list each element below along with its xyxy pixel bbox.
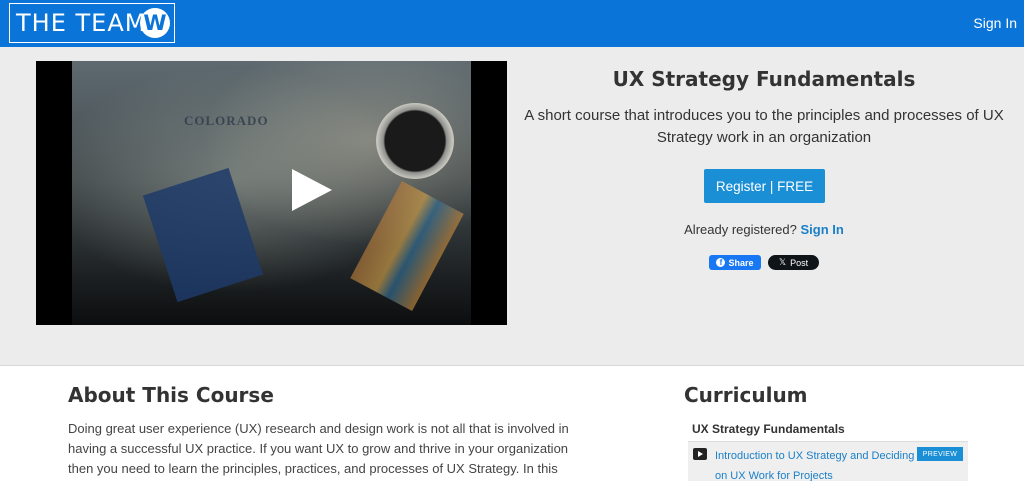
logo-text: THE TEAM bbox=[16, 9, 147, 37]
x-post-button[interactable]: 𝕏 Post bbox=[768, 255, 819, 270]
notebook-image bbox=[142, 167, 264, 303]
curriculum-lesson-item[interactable]: Introduction to UX Strategy and Deciding… bbox=[688, 441, 968, 481]
logo-mark-icon: W bbox=[140, 8, 170, 38]
already-sign-in-link[interactable]: Sign In bbox=[801, 222, 844, 237]
course-hero: COLORADO UX Strategy Fundamentals A shor… bbox=[0, 47, 1024, 366]
video-thumbnail: COLORADO bbox=[72, 61, 471, 325]
facebook-share-label: Share bbox=[728, 257, 754, 268]
x-post-label: Post bbox=[790, 257, 809, 268]
play-icon[interactable] bbox=[292, 169, 332, 211]
facebook-icon: f bbox=[716, 258, 726, 267]
video-icon bbox=[693, 448, 707, 460]
course-description: A short course that introduces you to th… bbox=[524, 107, 1004, 146]
about-course-heading: About This Course bbox=[68, 383, 274, 407]
already-registered: Already registered? Sign In bbox=[510, 222, 1018, 237]
preview-badge[interactable]: PREVIEW bbox=[917, 447, 963, 461]
cards-image bbox=[350, 181, 464, 311]
site-logo[interactable]: THE TEAM W bbox=[9, 3, 175, 43]
course-title: UX Strategy Fundamentals bbox=[612, 67, 916, 91]
curriculum-heading: Curriculum bbox=[684, 383, 808, 407]
facebook-share-button[interactable]: f Share bbox=[709, 255, 761, 270]
register-button[interactable]: Register | FREE bbox=[704, 169, 825, 203]
map-label: COLORADO bbox=[184, 113, 269, 128]
lesson-title-link[interactable]: Introduction to UX Strategy and Deciding… bbox=[715, 446, 920, 481]
x-icon: 𝕏 bbox=[778, 257, 787, 267]
about-course-text: Doing great user experience (UX) researc… bbox=[68, 421, 569, 476]
top-navbar: THE TEAM W Sign In bbox=[0, 0, 1024, 47]
course-video-player[interactable]: COLORADO bbox=[36, 61, 507, 325]
curriculum-section-title: UX Strategy Fundamentals bbox=[692, 422, 845, 436]
coffee-cup-image bbox=[376, 103, 454, 179]
already-registered-text: Already registered? bbox=[684, 222, 797, 237]
sign-in-link[interactable]: Sign In bbox=[973, 15, 1017, 31]
